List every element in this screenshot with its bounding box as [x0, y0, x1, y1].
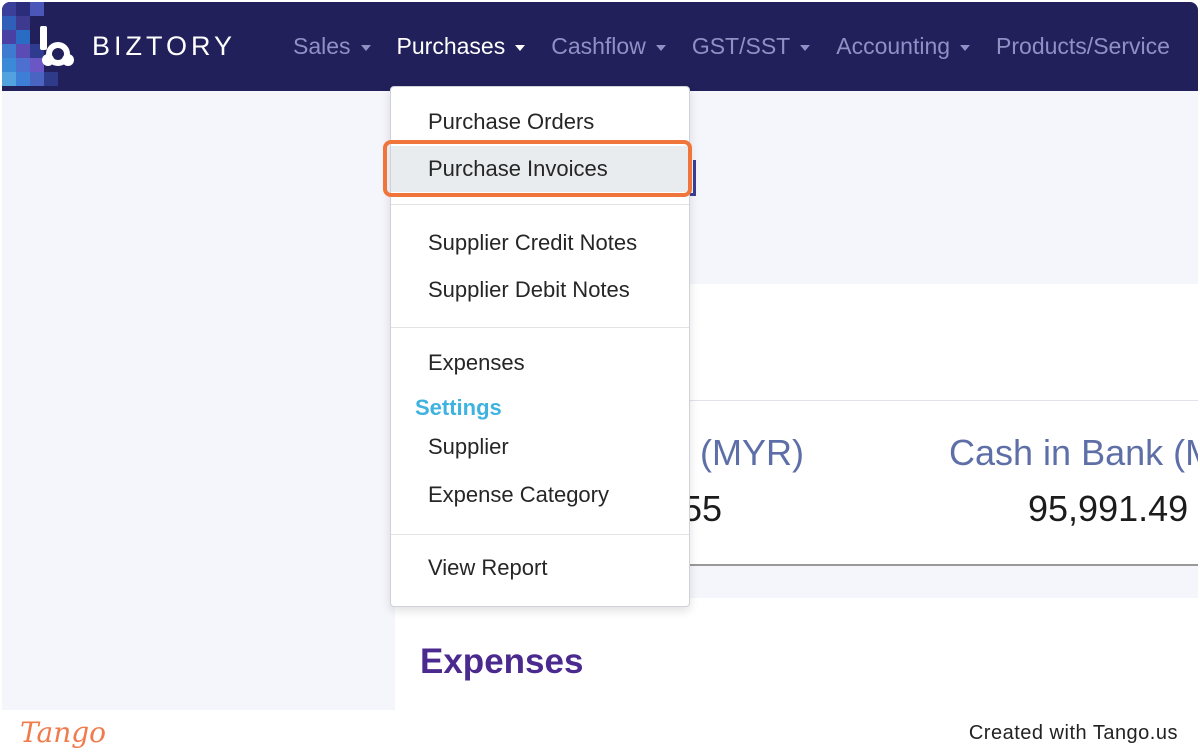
nav-products-services[interactable]: Products/Service [996, 33, 1170, 60]
created-with-tango-text: Created with Tango.us [968, 722, 1178, 744]
stat-label-left: l (MYR) [682, 432, 804, 473]
nav-sales-label: Sales [293, 33, 351, 59]
app-window: BIZTORY Sales Purchases Cashflow GST/SST… [2, 2, 1198, 710]
menu-divider [391, 204, 689, 205]
top-navbar: BIZTORY Sales Purchases Cashflow GST/SST… [2, 2, 1198, 91]
menu-divider [391, 534, 689, 535]
chevron-down-icon [655, 44, 666, 51]
nav-gst-sst-label: GST/SST [691, 33, 791, 59]
menu-item-view-report[interactable]: View Report [391, 545, 689, 591]
nav-gst-sst[interactable]: GST/SST [691, 33, 811, 60]
chevron-down-icon [960, 44, 971, 51]
expenses-card-title: Expenses [420, 642, 584, 681]
nav-purchases-label: Purchases [396, 33, 506, 59]
main-nav: Sales Purchases Cashflow GST/SST Account… [293, 2, 1196, 91]
nav-cashflow-label: Cashflow [551, 33, 646, 59]
nav-purchases[interactable]: Purchases [397, 33, 526, 60]
tango-logo: Tango [20, 716, 107, 749]
menu-item-supplier-credit-notes[interactable]: Supplier Credit Notes [391, 220, 689, 266]
chevron-down-icon [360, 44, 371, 51]
step-highlight-box [383, 140, 692, 197]
menu-divider [391, 327, 689, 328]
menu-item-purchase-orders[interactable]: Purchase Orders [391, 99, 689, 145]
menu-item-expenses[interactable]: Expenses [391, 340, 689, 386]
chevron-down-icon [515, 44, 526, 51]
menu-item-supplier-debit-notes[interactable]: Supplier Debit Notes [391, 267, 689, 313]
tango-footer: Tango Created with Tango.us [0, 710, 1200, 756]
brand-name: BIZTORY [92, 30, 237, 61]
nav-accounting-label: Accounting [836, 33, 951, 59]
stat-label-cash-in-bank: Cash in Bank (M [949, 432, 1198, 473]
menu-item-expense-category[interactable]: Expense Category [391, 472, 689, 518]
nav-cashflow[interactable]: Cashflow [551, 33, 666, 60]
chevron-down-icon [800, 44, 811, 51]
biztory-logo[interactable]: BIZTORY [36, 24, 236, 68]
nav-products-services-label: Products/Service [996, 33, 1170, 59]
nav-accounting[interactable]: Accounting [836, 33, 971, 60]
stat-value-cash-in-bank: 95,991.49 [1028, 488, 1189, 529]
menu-section-settings: Settings [415, 395, 502, 420]
biztory-logo-icon [40, 26, 74, 66]
menu-item-supplier[interactable]: Supplier [391, 424, 689, 470]
nav-sales[interactable]: Sales [293, 33, 371, 60]
